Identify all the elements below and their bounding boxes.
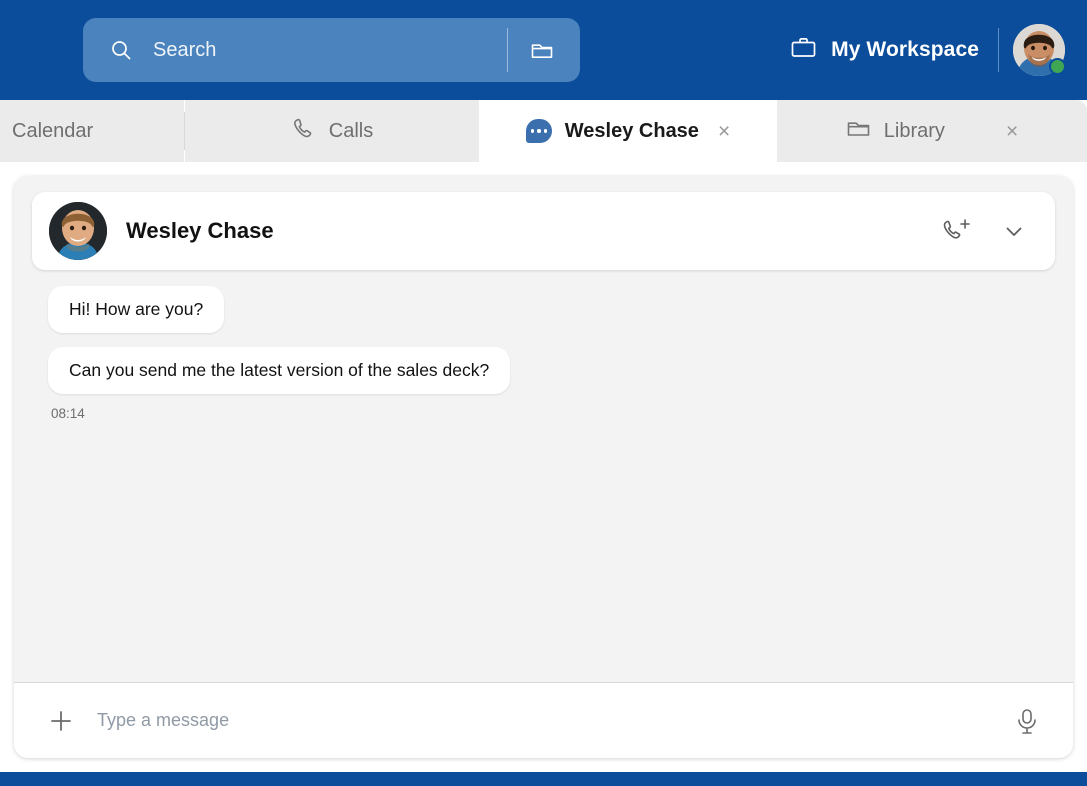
briefcase-icon	[790, 35, 817, 65]
conversation-actions	[941, 216, 1027, 246]
tab-wesley-chase-label: Wesley Chase	[565, 120, 699, 143]
status-indicator-online	[1049, 58, 1066, 75]
plus-icon[interactable]	[47, 707, 75, 735]
top-header: My Workspace	[0, 0, 1087, 100]
conversation-avatar[interactable]	[49, 202, 107, 260]
chat-panel: Wesley Chase Hi! How are you?	[14, 176, 1073, 758]
chat-bubble-icon	[526, 119, 552, 143]
microphone-icon[interactable]	[1013, 706, 1041, 736]
tab-library-label: Library	[884, 120, 945, 143]
message-input[interactable]	[97, 710, 1013, 731]
conversation-title: Wesley Chase	[126, 218, 274, 244]
bottom-accent-bar	[0, 772, 1087, 786]
message-list: Hi! How are you? Can you send me the lat…	[14, 286, 1073, 651]
tab-calls[interactable]: Calls	[185, 100, 479, 162]
search-input[interactable]	[153, 39, 507, 62]
search-icon	[109, 38, 133, 62]
chevron-down-icon[interactable]	[1001, 218, 1027, 244]
message-bubble: Can you send me the latest version of th…	[48, 347, 510, 394]
tab-calendar[interactable]: Calendar	[0, 100, 184, 162]
workspace-selector[interactable]: My Workspace	[790, 0, 979, 100]
tab-library[interactable]: Library ×	[777, 100, 1087, 162]
app-window: My Workspace Calendar	[0, 0, 1087, 786]
header-divider	[998, 28, 999, 72]
message-item: Hi! How are you?	[48, 286, 1073, 333]
folder-icon	[846, 117, 871, 146]
message-bubble: Hi! How are you?	[48, 286, 224, 333]
add-call-icon[interactable]	[941, 216, 973, 246]
tab-bar: Calendar Calls Wesley Chase ×	[0, 100, 1087, 162]
search-divider	[507, 28, 508, 72]
tab-calendar-label: Calendar	[12, 120, 93, 143]
tab-wesley-chase[interactable]: Wesley Chase ×	[480, 100, 776, 162]
message-item: Can you send me the latest version of th…	[48, 347, 1073, 394]
avatar[interactable]	[1013, 24, 1065, 76]
tab-calls-label: Calls	[329, 120, 373, 143]
message-composer	[14, 682, 1073, 758]
conversation-header: Wesley Chase	[32, 192, 1055, 270]
message-timestamp: 08:14	[51, 406, 1073, 421]
folder-icon[interactable]	[530, 39, 554, 61]
workspace-label: My Workspace	[831, 38, 979, 62]
tab-close-icon-library[interactable]: ×	[1006, 121, 1018, 142]
search-bar[interactable]	[83, 18, 580, 82]
tab-close-icon-wesley-chase[interactable]: ×	[718, 121, 730, 142]
phone-icon	[291, 116, 316, 147]
